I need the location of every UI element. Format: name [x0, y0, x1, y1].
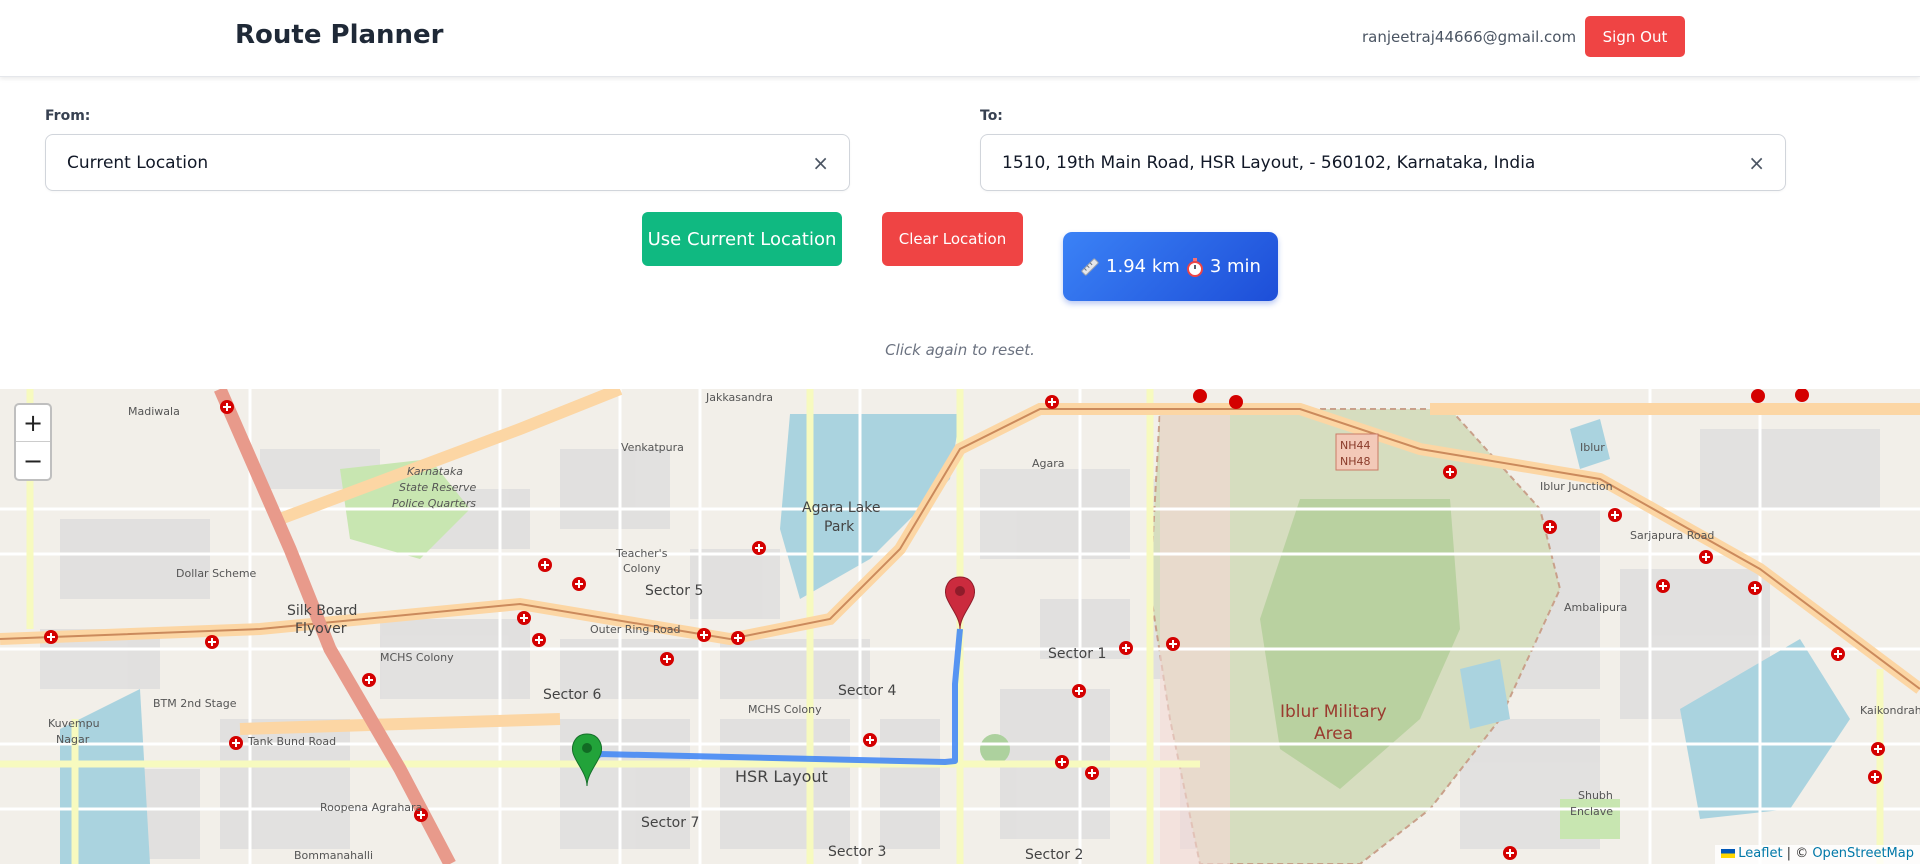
map-label-kaikondrahalli: Kaikondrahalli [1860, 704, 1920, 717]
ruler-icon [1081, 257, 1099, 276]
zoom-control: + − [14, 403, 52, 481]
map-label-jakkasandra: Jakkasandra [705, 391, 773, 404]
map-label-police-quarters: Police Quarters [392, 497, 476, 510]
map-label-bommanahalli: Bommanahalli [294, 849, 373, 862]
app-title: Route Planner [235, 20, 444, 50]
map-label-kuvempu: Kuvempu [48, 717, 100, 730]
to-label: To: [980, 108, 1003, 124]
clear-to-icon[interactable]: × [1748, 151, 1765, 175]
map-label-silk-board: Silk Board [287, 603, 357, 619]
map-label-agara: Agara [1032, 457, 1065, 470]
from-input-value[interactable]: Current Location [67, 153, 208, 173]
map-label-sarjapura-road: Sarjapura Road [1630, 529, 1714, 542]
map-label-madiwala: Madiwala [128, 405, 180, 418]
map-label-sector-7: Sector 7 [641, 815, 699, 831]
map-label-agara-lake: Agara Lake [802, 500, 880, 516]
map-label-roopena: Roopena Agrahara [320, 801, 422, 814]
map-label-mchs-colony: MCHS Colony [380, 651, 454, 664]
map-label-nagar: Nagar [56, 733, 90, 746]
map-label-flyover: Flyover [295, 621, 347, 637]
map-label-sector-1: Sector 1 [1048, 646, 1106, 662]
sign-out-button[interactable]: Sign Out [1585, 16, 1685, 57]
map-label-btm: BTM 2nd Stage [153, 697, 237, 710]
app-header: Route Planner ranjeetraj44666@gmail.com … [0, 0, 1920, 77]
map-label-area: Area [1314, 724, 1353, 744]
map-label-colony: Colony [623, 562, 661, 575]
route-duration: 3 min [1209, 256, 1261, 277]
to-field[interactable]: 1510, 19th Main Road, HSR Layout, - 5601… [980, 134, 1786, 191]
map-label-iblur: Iblur [1580, 441, 1605, 454]
openstreetmap-link[interactable]: OpenStreetMap [1812, 846, 1914, 861]
map-tiles[interactable]: Agara Lake Park HSR Layout Iblur Militar… [0, 389, 1920, 864]
map-container[interactable]: Agara Lake Park HSR Layout Iblur Militar… [0, 389, 1920, 864]
map-label-iblur-junction: Iblur Junction [1540, 480, 1613, 493]
map-label-agara-park: Park [824, 519, 855, 535]
zoom-in-button[interactable]: + [16, 405, 50, 442]
map-label-sector-6: Sector 6 [543, 687, 601, 703]
map-label-tank-bund: Tank Bund Road [247, 735, 336, 748]
ukraine-flag-icon [1721, 849, 1736, 858]
map-label-shubh: Shubh [1578, 789, 1613, 802]
from-field[interactable]: Current Location × [45, 134, 850, 191]
map-attribution: Leaflet | © OpenStreetMap [1715, 845, 1920, 864]
map-label-nh44: NH44 [1340, 439, 1371, 452]
clear-location-button[interactable]: Clear Location [882, 212, 1023, 266]
map-label-karnataka: Karnataka [407, 465, 463, 478]
clear-from-icon[interactable]: × [812, 151, 829, 175]
map-label-nh48: NH48 [1340, 455, 1371, 468]
map-label-sector-5: Sector 5 [645, 583, 703, 599]
route-distance: 1.94 km [1106, 256, 1180, 277]
map-label-sector-3: Sector 3 [828, 844, 886, 860]
map-label-state-reserve: State Reserve [399, 481, 477, 494]
map-label-venkatpura: Venkatpura [621, 441, 684, 454]
map-label-iblur-military: Iblur Military [1280, 702, 1387, 722]
zoom-out-button[interactable]: − [16, 442, 50, 479]
map-label-mchs-colony-2: MCHS Colony [748, 703, 822, 716]
map-label-outer-ring-road: Outer Ring Road [590, 623, 680, 636]
map-label-ambalipura: Ambalipura [1564, 601, 1627, 614]
map-label-enclave: Enclave [1570, 805, 1613, 818]
user-email: ranjeetraj44666@gmail.com [1362, 28, 1577, 46]
map-label-sector-2: Sector 2 [1025, 847, 1083, 863]
reset-hint: Click again to reset. [885, 341, 1035, 359]
use-current-location-button[interactable]: Use Current Location [642, 212, 842, 266]
stopwatch-icon [1186, 257, 1203, 277]
map-label-sector-4: Sector 4 [838, 683, 896, 699]
attribution-separator: | © [1782, 846, 1813, 861]
map-label-teachers: Teacher's [615, 547, 668, 560]
route-summary-badge: 1.94 km 3 min [1063, 232, 1278, 301]
leaflet-link[interactable]: Leaflet [1738, 846, 1782, 861]
map-label-dollar-scheme: Dollar Scheme [176, 567, 257, 580]
to-input-value[interactable]: 1510, 19th Main Road, HSR Layout, - 5601… [1002, 153, 1535, 173]
from-label: From: [45, 108, 91, 124]
map-label-hsr-layout: HSR Layout [735, 767, 828, 786]
